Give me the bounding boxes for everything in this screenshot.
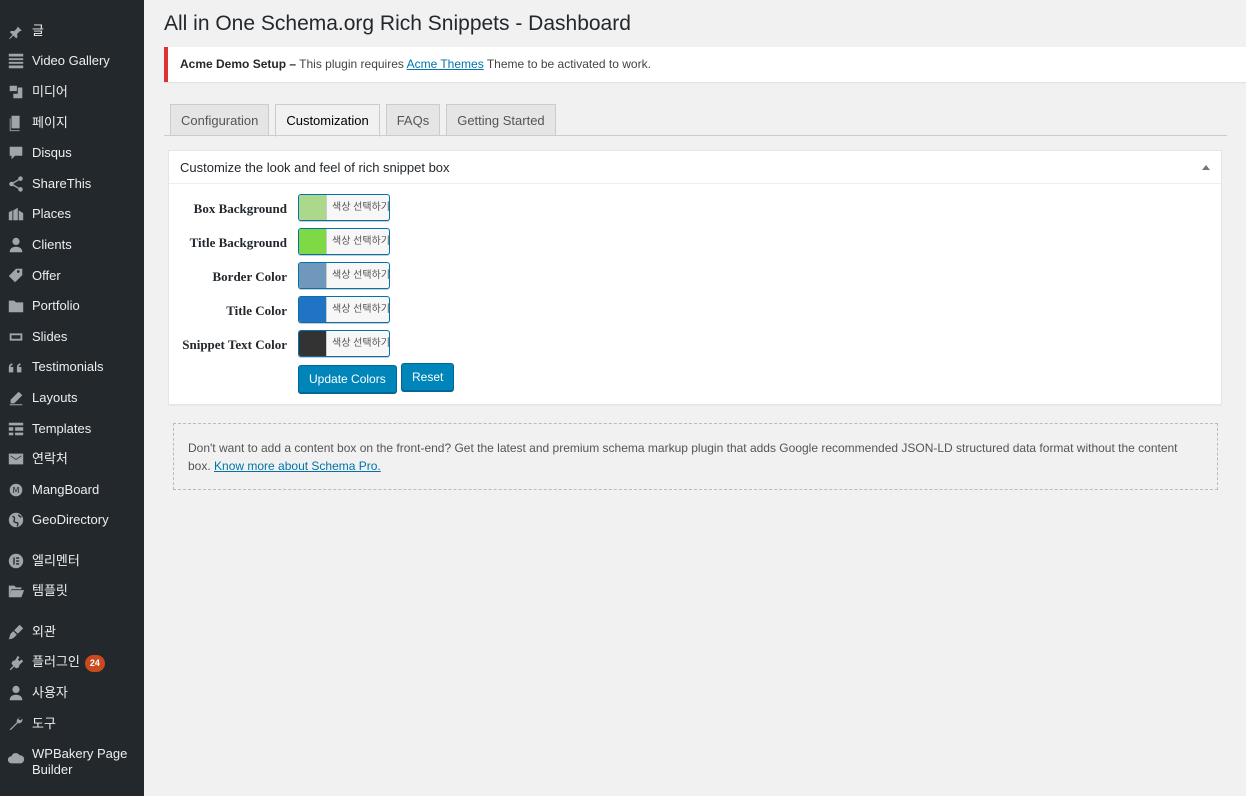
color-picker-button[interactable]: 색상 선택하기 [298,228,390,255]
users-icon [0,678,32,708]
places-icon [0,199,32,229]
nav-tabs: Configuration Customization FAQs Getting… [170,104,562,137]
comment-icon [0,138,32,168]
sidebar-item-geodirectory[interactable]: GeoDirectory [0,505,144,535]
sidebar-item-tools[interactable]: 도구 [0,709,144,739]
notice-text-before: This plugin requires [296,57,407,71]
color-swatch [299,263,327,288]
color-row-title-background: Title Background 색상 선택하기 [169,228,569,256]
sidebar-item-slides[interactable]: Slides [0,322,144,352]
sidebar-item-video-gallery[interactable]: Video Gallery [0,46,144,76]
tag-icon [0,261,32,291]
globe-icon [0,505,32,535]
color-label: Snippet Text Color [182,337,287,352]
quote-icon [0,352,32,382]
sidebar-item-users[interactable]: 사용자 [0,678,144,708]
sidebar-item-contacts[interactable]: 연락처 [0,444,144,474]
sidebar-item-wpbakery[interactable]: WPBakery Page Builder [0,746,144,786]
sidebar-item-media[interactable]: 미디어 [0,77,144,107]
tab-getting-started[interactable]: Getting Started [446,104,556,136]
folder-icon [0,291,32,321]
color-label: Border Color [212,269,288,284]
svg-text:M: M [13,485,20,495]
update-count-badge: 24 [84,654,105,672]
elementor-icon [0,546,32,576]
sidebar-item-plugins-label: 플러그인 [32,654,80,670]
gallery-icon [0,46,32,76]
sidebar-item-pages[interactable]: 페이지 [0,108,144,138]
notice-text-after: Theme to be activated to work. [483,57,651,71]
sidebar-item-sharethis[interactable]: ShareThis [0,169,144,199]
tab-configuration[interactable]: Configuration [170,104,270,136]
sidebar-item-testimonials[interactable]: Testimonials [0,352,144,382]
cloud-icon [0,746,32,770]
table-icon [0,414,32,444]
page-icon [0,108,32,138]
panel-header: Customize the look and feel of rich snip… [169,151,1221,184]
color-label: Title Background [189,235,287,250]
color-label: Title Color [226,303,287,318]
tabs-divider [164,135,1227,136]
sidebar-item-mangboard[interactable]: M MangBoard [0,475,144,505]
sidebar-item-clients[interactable]: Clients [0,230,144,260]
sidebar-item-templates[interactable]: Templates [0,414,144,444]
page-title: All in One Schema.org Rich Snippets - Da… [164,12,631,35]
sidebar-item-plugins[interactable]: 플러그인 24 [0,648,144,678]
color-picker-button[interactable]: 색상 선택하기 [298,194,390,221]
color-row-snippet-text-color: Snippet Text Color 색상 선택하기 [169,330,569,358]
main-content: All in One Schema.org Rich Snippets - Da… [144,0,1246,796]
sidebar-item-places[interactable]: Places [0,199,144,229]
acme-themes-link[interactable]: Acme Themes [407,57,484,71]
pencil-icon [0,383,32,413]
slides-icon [0,322,32,352]
plugin-icon [0,648,32,678]
color-label: Box Background [193,201,287,216]
tab-faqs[interactable]: FAQs [385,104,441,136]
reset-button[interactable]: Reset [401,363,455,391]
color-row-box-background: Box Background 색상 선택하기 [169,194,569,222]
color-swatch [299,229,327,254]
color-row-title-color: Title Color 색상 선택하기 [169,296,569,324]
share-icon [0,169,32,199]
color-picker-label: 색상 선택하기 [332,202,389,213]
notice-strong: Acme Demo Setup – [180,57,297,71]
color-row-border-color: Border Color 색상 선택하기 [169,262,569,290]
color-swatch [299,331,327,356]
mangboard-icon: M [0,475,32,505]
brush-icon [0,617,32,647]
schema-pro-link[interactable]: Know more about Schema Pro. [214,459,381,473]
media-icon [0,77,32,107]
update-colors-button[interactable]: Update Colors [298,365,397,393]
color-picker-button[interactable]: 색상 선택하기 [298,330,390,357]
sidebar-item-portfolio[interactable]: Portfolio [0,291,144,321]
sidebar-item-appearance[interactable]: 외관 [0,617,144,647]
pin-icon [0,16,32,46]
color-picker-label: 색상 선택하기 [332,236,389,247]
sidebar-item-layouts[interactable]: Layouts [0,383,144,413]
color-picker-label: 색상 선택하기 [332,270,389,281]
color-swatch [299,195,327,220]
color-picker-button[interactable]: 색상 선택하기 [298,296,390,323]
sidebar-item-elementor[interactable]: 엘리멘터 [0,546,144,576]
sidebar-item-templates-ko[interactable]: 템플릿 [0,576,144,606]
sidebar-item-offer[interactable]: Offer [0,261,144,291]
sidebar-item-disqus[interactable]: Disqus [0,138,144,168]
color-picker-button[interactable]: 색상 선택하기 [298,262,390,289]
color-picker-label: 색상 선택하기 [332,338,389,349]
wrench-icon [0,709,32,739]
sidebar-item-posts[interactable]: 글 [0,16,144,46]
mail-icon [0,444,32,474]
tab-customization[interactable]: Customization [275,104,380,137]
color-picker-label: 색상 선택하기 [332,304,389,315]
folder-open-icon [0,576,32,606]
admin-notice: Acme Demo Setup – This plugin requires A… [164,47,1246,82]
panel-title: Customize the look and feel of rich snip… [180,160,450,175]
user-icon [0,230,32,260]
customize-panel: Customize the look and feel of rich snip… [168,150,1222,405]
color-swatch [299,297,327,322]
schema-pro-promo: Don't want to add a content box on the f… [173,423,1218,490]
admin-sidebar: 글 Video Gallery 미디어 페이지 Disqus ShareThis… [0,0,144,796]
collapse-arrow-icon[interactable] [1201,161,1211,171]
